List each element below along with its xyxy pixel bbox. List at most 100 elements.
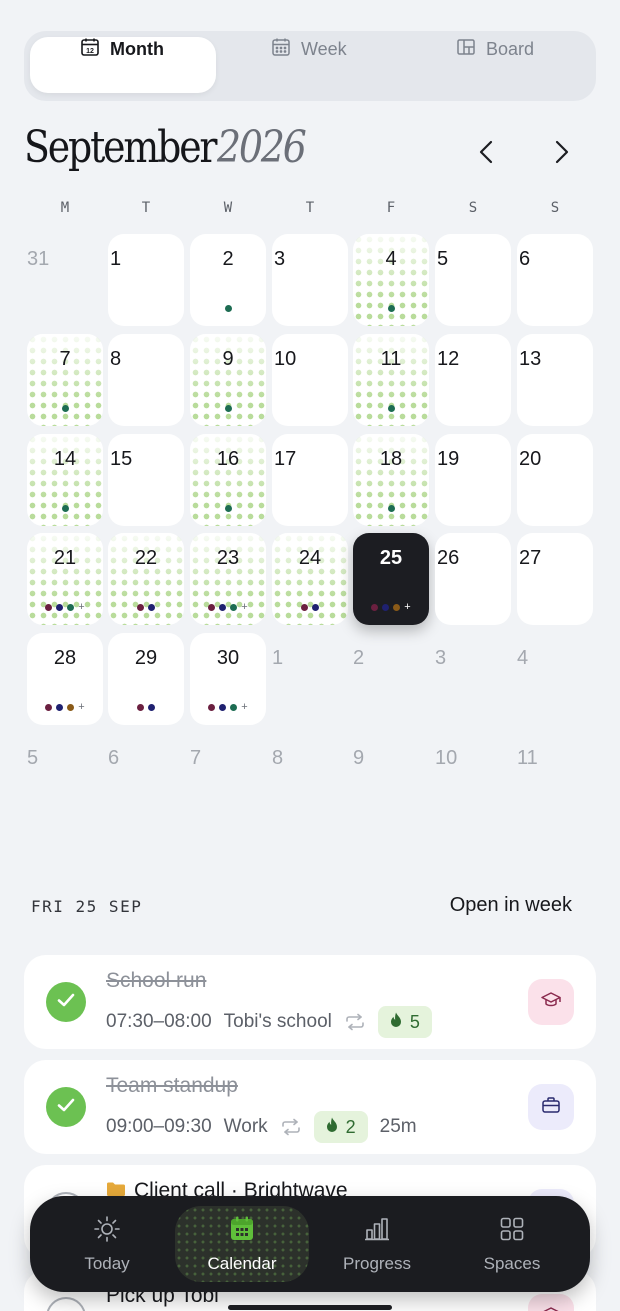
day-number: 5 bbox=[27, 747, 39, 769]
day-number: 8 bbox=[272, 747, 284, 769]
calendar-day[interactable]: 30 + bbox=[190, 633, 266, 725]
day-number: 1 bbox=[110, 248, 122, 270]
calendar-day[interactable]: 9 bbox=[190, 334, 266, 426]
calendar-day[interactable]: 27 bbox=[517, 533, 593, 625]
calendar-day[interactable]: 8 bbox=[108, 334, 184, 426]
task-meta: 07:30–08:00 Tobi's school 5 bbox=[106, 1006, 432, 1038]
task-complete-toggle[interactable] bbox=[46, 1297, 86, 1311]
graduation-cap-icon bbox=[540, 989, 562, 1016]
space-badge[interactable] bbox=[528, 1084, 574, 1130]
calendar-day[interactable]: 16 bbox=[190, 434, 266, 526]
day-number: 10 bbox=[274, 348, 297, 370]
calendar-day[interactable]: 5 bbox=[435, 234, 511, 326]
month-grid: 31 1 2 3 4 5 6 7 8 9 10 11 12 13 14 15 16 17 18 19 20 21 +22 23… bbox=[0, 0, 620, 800]
event-dot bbox=[137, 604, 144, 611]
day-number: 16 bbox=[216, 448, 240, 470]
calendar-day[interactable]: 24 bbox=[272, 533, 348, 625]
calendar-day[interactable]: 12 bbox=[435, 334, 511, 426]
day-number: 2 bbox=[353, 647, 365, 669]
calendar-day[interactable]: 19 bbox=[435, 434, 511, 526]
calendar-day[interactable]: 6 bbox=[517, 234, 593, 326]
calendar-day[interactable]: 13 bbox=[517, 334, 593, 426]
day-number: 6 bbox=[108, 747, 120, 769]
calendar-day: 9 bbox=[353, 733, 429, 825]
calendar-day[interactable]: 20 bbox=[517, 434, 593, 526]
calendar-day: 5 bbox=[27, 733, 103, 825]
calendar-day[interactable]: 18 bbox=[353, 434, 429, 526]
calendar-day-selected[interactable]: 25 + bbox=[353, 533, 429, 625]
day-number: 18 bbox=[379, 448, 403, 470]
calendar-day[interactable]: 3 bbox=[272, 234, 348, 326]
calendar-day[interactable]: 4 bbox=[353, 234, 429, 326]
day-number: 28 bbox=[53, 647, 77, 669]
calendar-day[interactable]: 15 bbox=[108, 434, 184, 526]
calendar-day[interactable]: 28 + bbox=[27, 633, 103, 725]
open-in-week-link[interactable]: Open in week bbox=[450, 894, 572, 917]
day-number: 9 bbox=[353, 747, 365, 769]
more-events-indicator: + bbox=[404, 601, 411, 613]
day-number: 29 bbox=[134, 647, 158, 669]
calendar-day[interactable]: 10 bbox=[272, 334, 348, 426]
more-events-indicator: + bbox=[78, 601, 85, 613]
event-dot bbox=[56, 704, 64, 711]
event-dot bbox=[208, 704, 216, 711]
task-card[interactable]: Team standup 09:00–09:30 Work 2 25m bbox=[24, 1060, 596, 1154]
day-number: 9 bbox=[222, 348, 234, 370]
calendar-day: 6 bbox=[108, 733, 184, 825]
day-number: 4 bbox=[385, 248, 397, 270]
event-indicators bbox=[353, 505, 429, 512]
checkmark-icon bbox=[55, 1094, 77, 1121]
sun-icon bbox=[93, 1215, 121, 1248]
calendar-day[interactable]: 22 bbox=[108, 533, 184, 625]
event-dot bbox=[301, 604, 308, 611]
event-dot bbox=[224, 305, 232, 312]
task-complete-toggle[interactable] bbox=[46, 982, 86, 1022]
calendar-day[interactable]: 2 bbox=[190, 234, 266, 326]
event-dot bbox=[148, 704, 155, 711]
task-card[interactable]: School run 07:30–08:00 Tobi's school 5 bbox=[24, 955, 596, 1049]
task-complete-toggle[interactable] bbox=[46, 1087, 86, 1127]
nav-calendar-label: Calendar bbox=[207, 1253, 277, 1273]
event-indicators bbox=[353, 305, 429, 312]
calendar-day[interactable]: 21 + bbox=[27, 533, 103, 625]
calendar-day: 3 bbox=[435, 633, 511, 725]
nav-progress[interactable]: Progress bbox=[310, 1206, 444, 1282]
selected-day-label: FRI 25 SEP bbox=[31, 897, 143, 916]
calendar-day[interactable]: 7 bbox=[27, 334, 103, 426]
calendar-day[interactable]: 14 bbox=[27, 434, 103, 526]
nav-today-label: Today bbox=[84, 1253, 130, 1273]
event-indicators: + bbox=[27, 601, 103, 613]
calendar-day[interactable]: 17 bbox=[272, 434, 348, 526]
checkmark-icon bbox=[55, 989, 77, 1016]
nav-today[interactable]: Today bbox=[40, 1206, 174, 1282]
event-indicators bbox=[353, 405, 429, 412]
calendar-day[interactable]: 29 bbox=[108, 633, 184, 725]
event-dot bbox=[387, 405, 395, 412]
event-indicators bbox=[27, 505, 103, 512]
event-dot bbox=[219, 704, 227, 711]
day-number: 6 bbox=[519, 248, 531, 270]
task-meta: 09:00–09:30 Work 2 25m bbox=[106, 1111, 417, 1143]
day-number: 8 bbox=[110, 348, 122, 370]
space-badge[interactable] bbox=[528, 1294, 574, 1311]
day-number: 1 bbox=[272, 647, 284, 669]
event-indicators bbox=[190, 305, 266, 312]
calendar-day[interactable]: 23 + bbox=[190, 533, 266, 625]
event-indicators bbox=[108, 704, 184, 711]
event-dot bbox=[387, 305, 395, 312]
calendar-day[interactable]: 1 bbox=[108, 234, 184, 326]
grid-icon bbox=[498, 1215, 526, 1248]
calendar-day[interactable]: 11 bbox=[353, 334, 429, 426]
calendar-day: 8 bbox=[272, 733, 348, 825]
day-number: 3 bbox=[435, 647, 447, 669]
nav-spaces[interactable]: Spaces bbox=[445, 1206, 579, 1282]
event-dot bbox=[137, 704, 144, 711]
day-number: 11 bbox=[380, 348, 402, 370]
day-number: 19 bbox=[437, 448, 460, 470]
streak-count: 2 bbox=[345, 1116, 356, 1137]
task-space: Tobi's school bbox=[223, 1011, 332, 1032]
nav-calendar[interactable]: Calendar bbox=[175, 1206, 309, 1282]
event-indicators: + bbox=[27, 702, 103, 713]
calendar-day[interactable]: 26 bbox=[435, 533, 511, 625]
space-badge[interactable] bbox=[528, 979, 574, 1025]
